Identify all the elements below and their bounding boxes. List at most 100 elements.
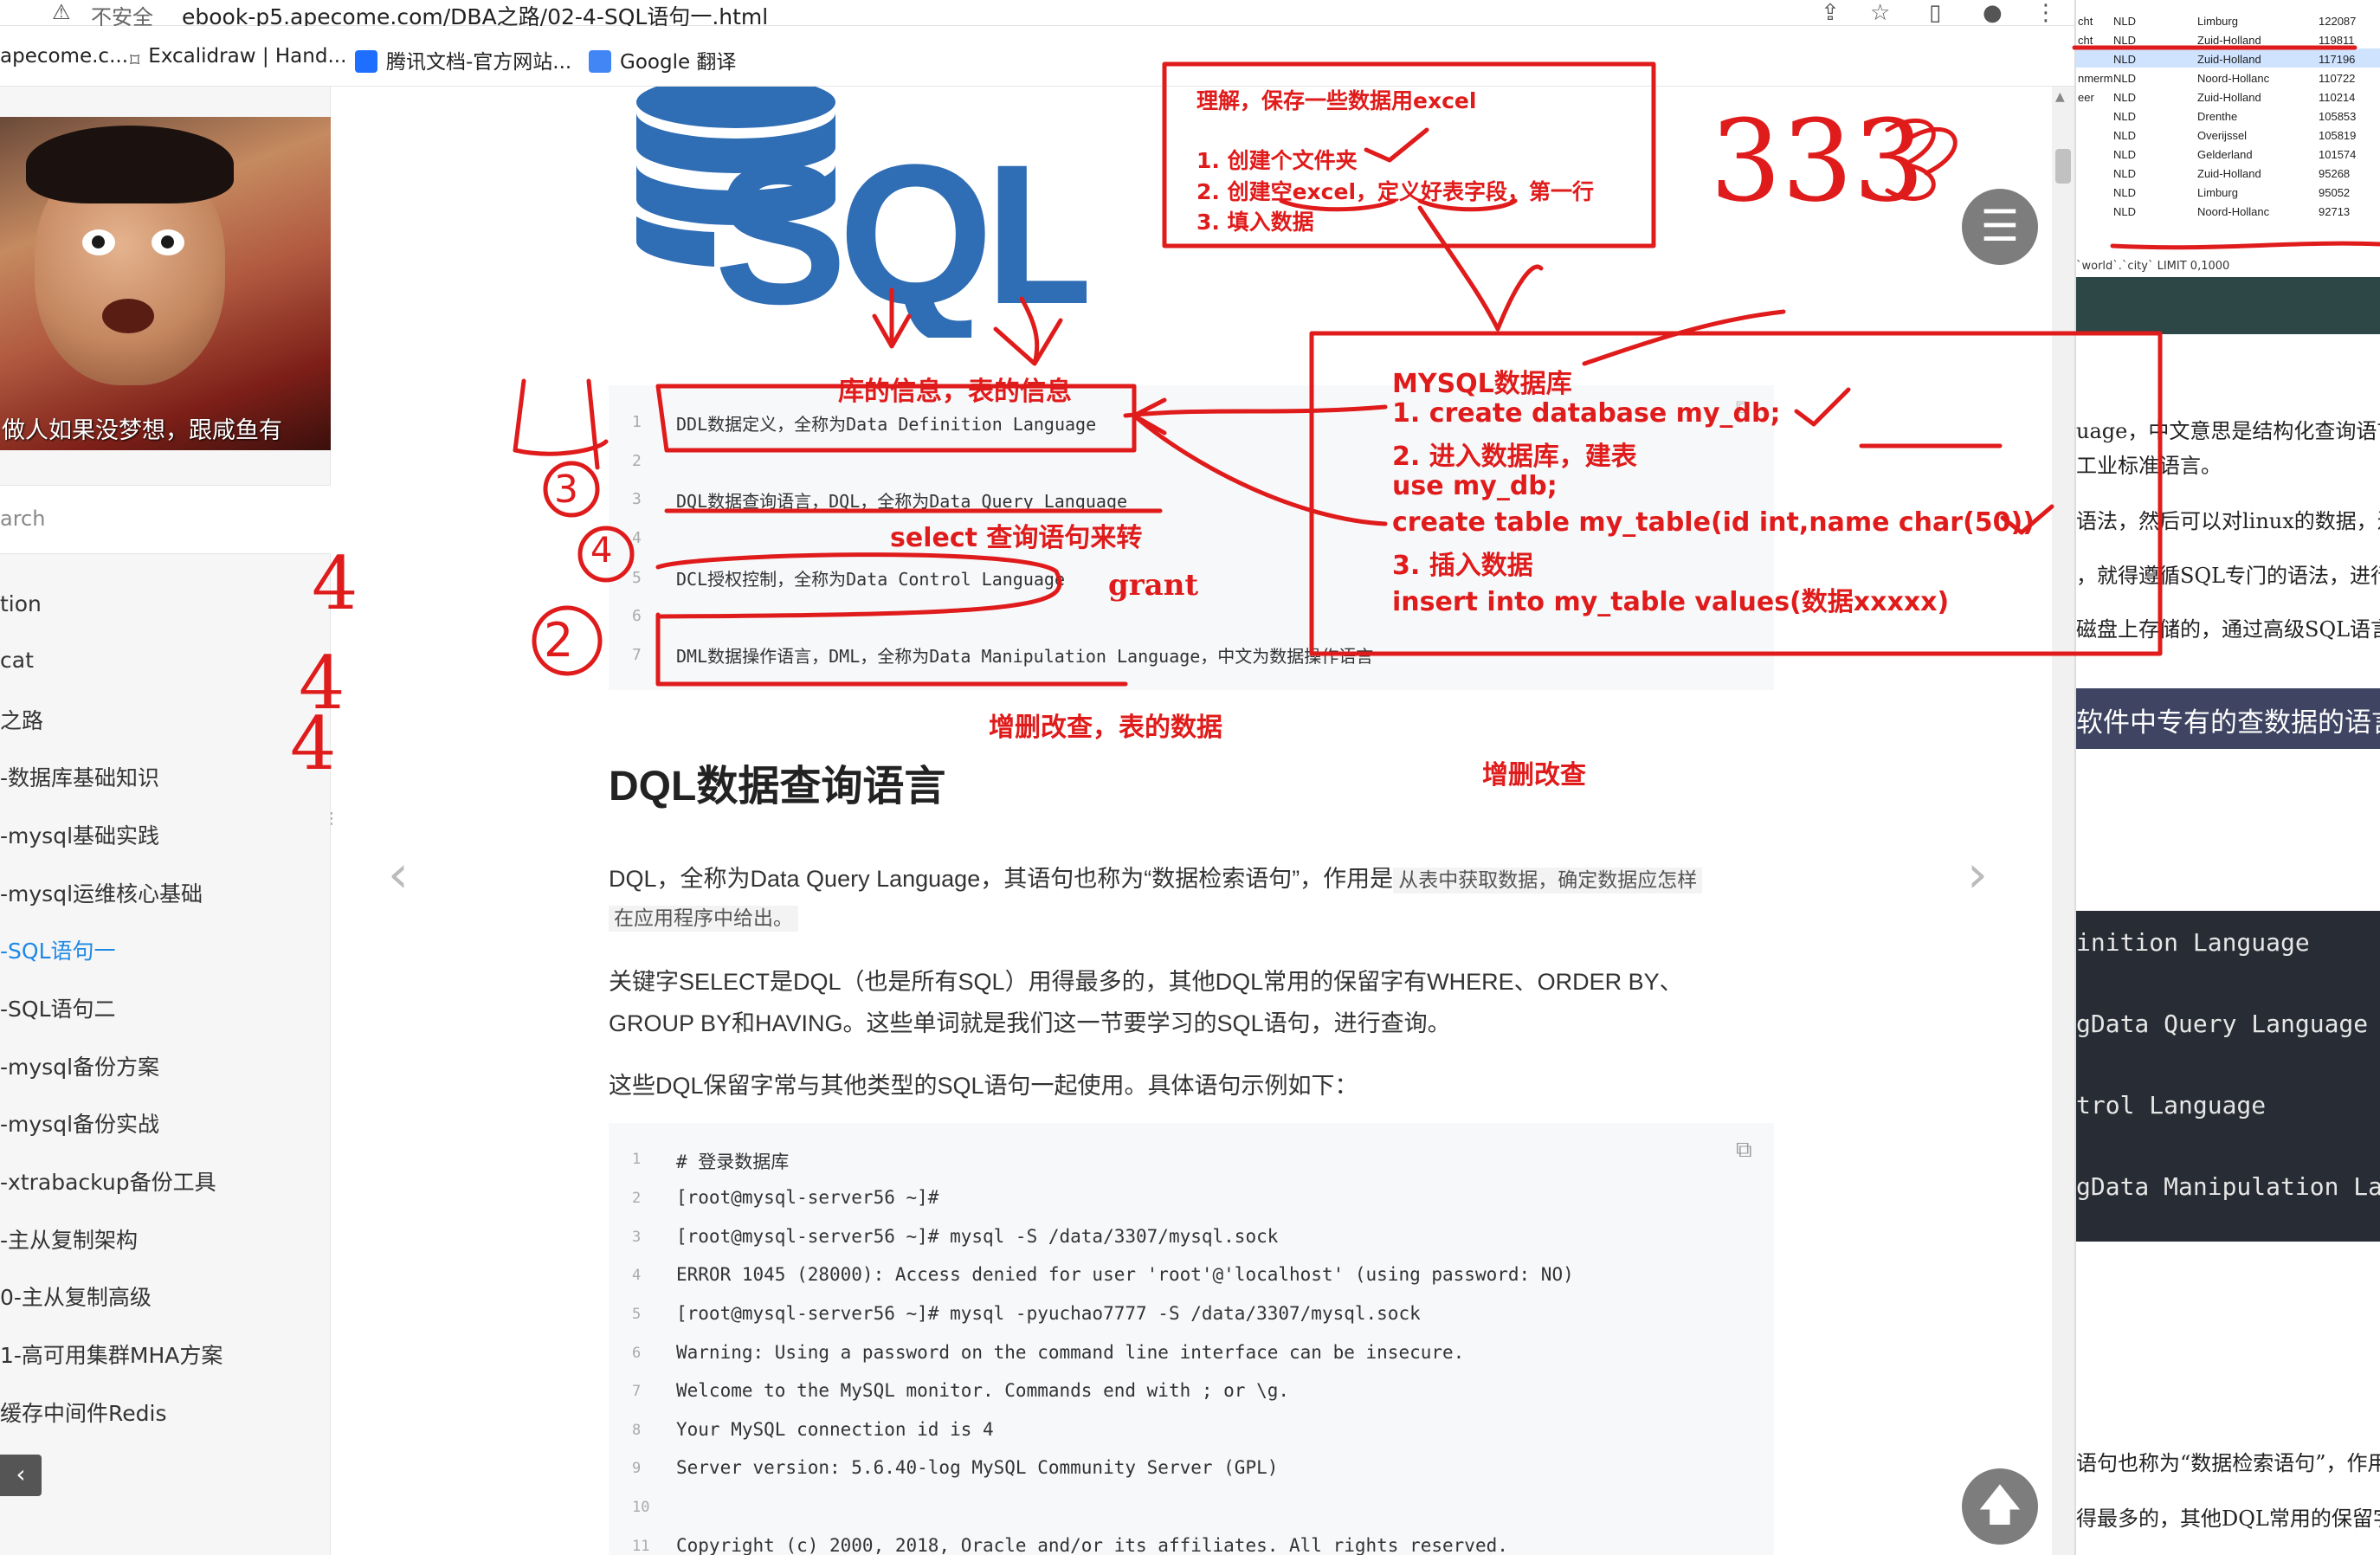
sidebar-item[interactable]: -mysql运维核心基础 <box>0 877 203 908</box>
menu-button[interactable]: ☰ <box>1962 189 2038 265</box>
right-text: 语句也称为“数据检索语句”，作用是 <box>2076 1451 2380 1475</box>
result-cell[interactable]: 110722 <box>2319 72 2355 85</box>
copy-icon[interactable]: ⧉ <box>1736 1137 1752 1164</box>
sidebar-item[interactable]: -数据库基础知识 <box>0 761 159 792</box>
paragraph-keywords-cont: GROUP BY和HAVING。这些单词就是我们这一节要学习的SQL语句，进行查… <box>609 1010 1451 1036</box>
sidebar-item[interactable]: -主从复制架构 <box>0 1223 138 1255</box>
result-cell[interactable]: 101574 <box>2319 148 2356 161</box>
next-page-button[interactable]: › <box>1967 844 1988 905</box>
result-cell[interactable]: 95268 <box>2319 167 2350 180</box>
result-cell[interactable]: Noord-Hollanc <box>2197 205 2269 218</box>
code-line: DCL授权控制，全称为Data Control Language <box>676 569 1065 590</box>
collapse-sidebar-button[interactable]: ‹ <box>0 1455 42 1496</box>
bookmark-apecome[interactable]: apecome.c... <box>0 45 128 68</box>
bookmark-google-translate[interactable]: Google 翻译 <box>589 45 736 74</box>
result-cell[interactable]: NLD <box>2113 34 2136 47</box>
line-number: 10 <box>632 1499 650 1516</box>
back-to-top-button[interactable]: 🡅 <box>1962 1468 2038 1545</box>
bookmark-excalidraw[interactable]: ⌑ Excalidraw | Hand... <box>130 45 346 73</box>
sidebar-item-active[interactable]: -SQL语句一 <box>0 934 116 965</box>
result-cell[interactable]: Gelderland <box>2197 148 2253 161</box>
result-cell[interactable]: Drenthe <box>2197 110 2237 123</box>
result-cell[interactable]: Zuid-Holland <box>2197 91 2261 104</box>
bookmarks-bar: apecome.c... ⌑ Excalidraw | Hand... 腾讯文档-… <box>0 26 2074 87</box>
share-icon[interactable]: ⇪ <box>1821 0 1840 26</box>
more-icon[interactable]: ⋮ <box>2035 0 2057 26</box>
result-cell[interactable]: Overijssel <box>2197 129 2247 142</box>
sidebar-item[interactable]: -mysql备份实战 <box>0 1107 159 1139</box>
scrollbar-thumb[interactable] <box>2055 149 2071 184</box>
sidebar-item[interactable]: -mysql基础实践 <box>0 819 159 850</box>
code-line: DDL数据定义，全称为Data Definition Language <box>676 414 1097 435</box>
prev-page-button[interactable]: ‹ <box>388 844 409 905</box>
result-cell[interactable]: cht <box>2078 34 2093 47</box>
result-cell[interactable]: 105853 <box>2319 110 2356 123</box>
result-cell[interactable]: NLD <box>2113 129 2136 142</box>
annotation-text: 2. 创建空excel，定义好表字段，第一行 <box>1196 179 1595 204</box>
result-cell[interactable]: 117196 <box>2319 53 2355 66</box>
result-cell[interactable]: 95052 <box>2319 186 2350 199</box>
sidepanel-icon[interactable]: ▯ <box>1929 0 1941 26</box>
star-icon[interactable]: ☆ <box>1870 0 1890 26</box>
sidebar-item[interactable]: cat <box>0 648 34 673</box>
result-cell[interactable]: Zuid-Holland <box>2197 53 2261 66</box>
annotation-check <box>1364 127 1429 163</box>
result-cell[interactable]: NLD <box>2113 205 2136 218</box>
sidebar-item[interactable]: -mysql备份方案 <box>0 1050 159 1081</box>
result-cell[interactable]: NLD <box>2113 186 2136 199</box>
right-text: 得最多的，其他DQL常用的保留字 <box>2076 1507 2380 1531</box>
section-heading: DQL数据查询语言 <box>609 764 946 810</box>
code-line: DQL数据查询语言，DQL，全称为Data Query Language <box>676 491 1128 512</box>
annotation-text: 理解，保存一些数据用excel <box>1196 88 1477 113</box>
page-scrollbar[interactable]: ▲ <box>2052 87 2074 1555</box>
result-cell[interactable]: NLD <box>2113 53 2136 66</box>
sidebar-resize-handle[interactable]: ⋮ <box>324 810 339 828</box>
address-bar[interactable]: ⚠ 不安全 ebook-p5.apecome.com/DBA之路/02-4-SQ… <box>0 0 2074 29</box>
annotation-text: MYSQL数据库 <box>1392 369 1572 399</box>
result-cell[interactable]: 105819 <box>2319 129 2356 142</box>
result-cell[interactable]: 92713 <box>2319 205 2350 218</box>
result-cell[interactable]: Limburg <box>2197 186 2238 199</box>
result-cell[interactable]: NLD <box>2113 15 2136 28</box>
annotation-number: 2 <box>544 613 574 668</box>
result-cell[interactable]: NLD <box>2113 148 2136 161</box>
sidebar-item[interactable]: tion <box>0 591 42 616</box>
result-cell[interactable]: eer <box>2078 91 2094 104</box>
result-cell[interactable]: cht <box>2078 15 2093 28</box>
result-cell[interactable]: Zuid-Holland <box>2197 167 2261 180</box>
bookmark-tencent-docs[interactable]: 腾讯文档-官方网站... <box>355 45 571 74</box>
result-cell[interactable]: NLD <box>2113 91 2136 104</box>
search-placeholder: arch <box>0 507 46 531</box>
result-cell[interactable]: 119811 <box>2319 34 2354 47</box>
right-text: 磁盘上存储的，通过高级SQL语言 <box>2076 617 2380 642</box>
profile-icon[interactable]: ● <box>1983 0 2003 26</box>
right-code-block: inition Language gData Query Language tr… <box>2076 911 2380 1242</box>
result-cell[interactable]: nmerm <box>2078 72 2112 85</box>
result-cell[interactable]: NLD <box>2113 72 2136 85</box>
sidebar-item[interactable]: 1-高可用集群MHA方案 <box>0 1339 223 1370</box>
line-number: 3 <box>632 490 642 508</box>
annotation-label: 库的信息，表的信息 <box>838 377 1072 407</box>
sidebar-item[interactable]: -SQL语句二 <box>0 992 116 1023</box>
result-cell[interactable]: NLD <box>2113 167 2136 180</box>
sidebar-item[interactable]: 之路 <box>0 704 43 735</box>
result-cell[interactable]: Zuid-Holland <box>2197 34 2261 47</box>
scroll-up-icon[interactable]: ▲ <box>2055 90 2065 104</box>
sidebar-item[interactable]: 0-主从复制高级 <box>0 1281 152 1312</box>
code-line: Server version: 5.6.40-log MySQL Communi… <box>676 1457 1279 1478</box>
sidebar-item[interactable]: -xtrabackup备份工具 <box>0 1165 216 1197</box>
sql-logo-text: SQL <box>714 123 1087 338</box>
search-input[interactable]: arch <box>0 485 331 554</box>
result-cell[interactable]: NLD <box>2113 110 2136 123</box>
result-cell[interactable]: 122087 <box>2319 15 2356 28</box>
warning-icon[interactable]: ⚠ <box>52 0 71 24</box>
right-code-line: inition Language <box>2076 928 2310 957</box>
result-cell[interactable]: Noord-Hollanc <box>2197 72 2269 85</box>
annotation-text: 1. 创建个文件夹 <box>1196 148 1358 173</box>
result-cell[interactable]: 110214 <box>2319 91 2355 104</box>
line-number: 7 <box>632 646 642 664</box>
result-cell[interactable]: Limburg <box>2197 15 2238 28</box>
right-heading-text: 软件中专有的查数据的语言 <box>2076 707 2380 739</box>
sidebar-item[interactable]: 缓存中间件Redis <box>0 1397 166 1428</box>
paragraph-keywords: 关键字SELECT是DQL（也是所有SQL）用得最多的，其他DQL常用的保留字有… <box>609 969 1683 995</box>
